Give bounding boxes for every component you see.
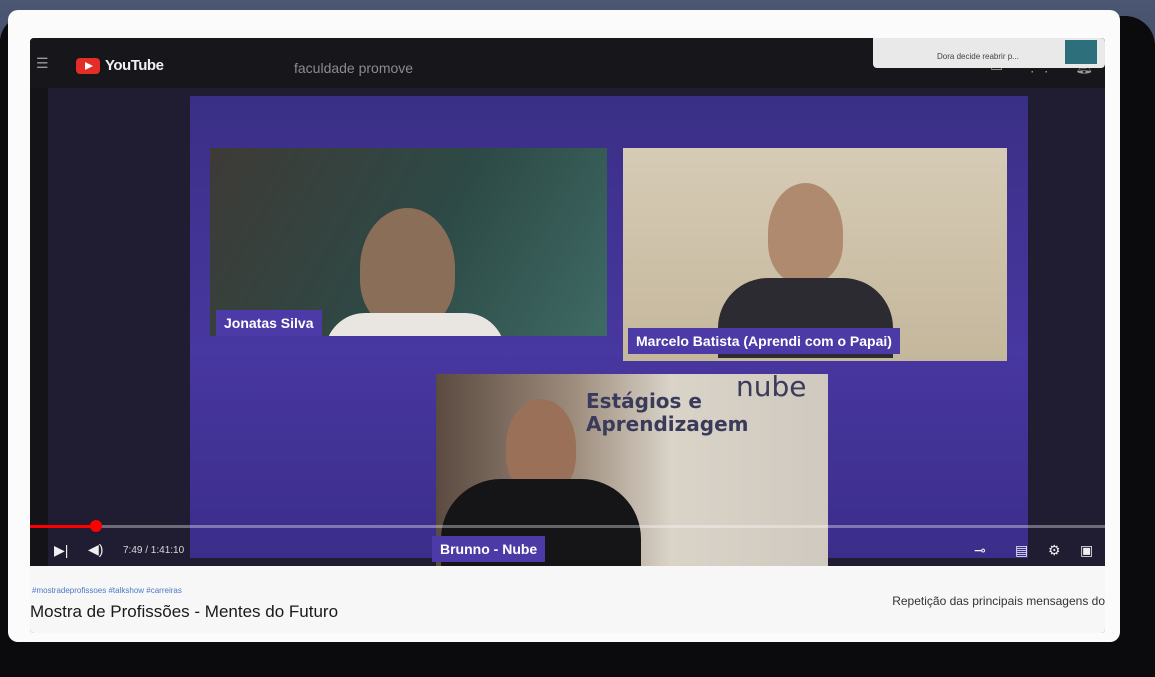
youtube-logo[interactable]: YouTube [76,57,164,74]
next-video-icon[interactable]: ▶| [54,542,68,559]
youtube-play-icon [76,57,100,74]
search-query[interactable]: faculdade promove [294,60,413,76]
video-player[interactable]: Jonatas Silva Marcelo Batista (Aprendi c… [48,88,1105,613]
browser-screen: ☰ YouTube faculdade promove ▭ ⋮⋮ 🔔︎ Dora… [30,38,1105,633]
notification-thumbnail [1065,40,1097,64]
settings-gear-icon[interactable]: ⚙ [1048,542,1061,559]
banner-brand: nube [736,374,807,403]
autoplay-toggle[interactable]: ⊸ [974,542,986,559]
participant-video-jonatas [210,148,607,336]
next-video-title[interactable]: Repetição das principais mensagens do [892,594,1105,608]
player-controls: ▶| ◀) 7:49 / 1:41:10 ⊸ ▤ ⚙ ▣ [30,536,1105,566]
volume-icon[interactable]: ◀) [88,541,103,558]
miniplayer-icon[interactable]: ▣ [1080,542,1093,559]
time-display: 7:49 / 1:41:10 [123,545,185,556]
youtube-wordmark: YouTube [105,57,164,74]
name-tag-marcelo: Marcelo Batista (Aprendi com o Papai) [628,328,900,354]
notification-text: Dora decide reabrir p... [937,52,1019,61]
shirt-jonatas [325,313,505,336]
banner-title-line1: Estágios e [586,389,702,413]
progress-played [30,525,97,528]
photo-scene: ☰ YouTube faculdade promove ▭ ⋮⋮ 🔔︎ Dora… [0,0,1155,677]
video-info: #mostradeprofissoes #talkshow #carreiras… [30,566,1105,633]
name-tag-jonatas: Jonatas Silva [216,310,322,336]
progress-bar[interactable] [30,520,1105,532]
notification-popup[interactable]: Dora decide reabrir p... [873,38,1105,68]
youtube-top-bar: ☰ YouTube faculdade promove ▭ ⋮⋮ 🔔︎ Dora… [30,38,1105,88]
person-jonatas [360,208,455,328]
laptop-screen-frame: ☰ YouTube faculdade promove ▭ ⋮⋮ 🔔︎ Dora… [8,10,1120,642]
person-marcelo [768,183,843,283]
banner-title-line2: Aprendizagem [586,412,749,436]
subtitles-icon[interactable]: ▤ [1015,542,1028,559]
menu-icon[interactable]: ☰ [36,56,49,70]
video-hashtags[interactable]: #mostradeprofissoes #talkshow #carreiras [32,586,182,595]
video-title: Mostra de Profissões - Mentes do Futuro [30,602,339,621]
